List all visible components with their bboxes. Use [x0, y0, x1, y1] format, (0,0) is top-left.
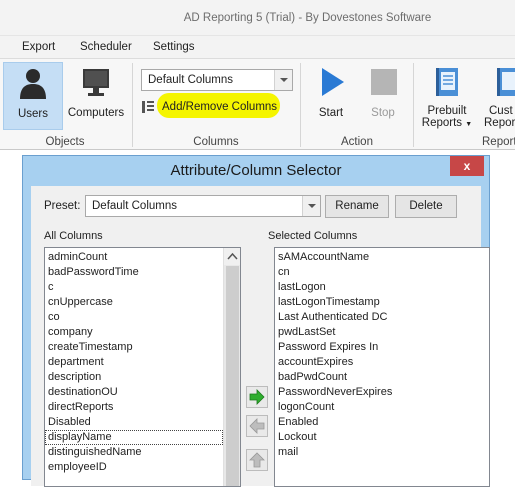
prebuilt-line2-wrap: Reports ▼: [418, 117, 476, 129]
list-item[interactable]: directReports: [45, 400, 223, 415]
list-item[interactable]: pwdLastSet: [275, 325, 489, 340]
stop-icon: [371, 69, 397, 95]
selected-columns-list[interactable]: sAMAccountName cn lastLogon lastLogonTimest…: [274, 247, 490, 487]
add-remove-columns-label: Add/Remove Columns: [162, 101, 278, 113]
columns-preset-combo[interactable]: Default Columns: [141, 69, 293, 91]
list-item[interactable]: createTimestamp: [45, 340, 223, 355]
preset-label: Preset:: [44, 200, 81, 212]
selected-columns-rows: sAMAccountName cn lastLogon lastLogonTimest…: [275, 248, 489, 460]
list-item[interactable]: displayName: [45, 430, 223, 445]
list-item[interactable]: badPwdCount: [275, 370, 489, 385]
all-columns-rows: adminCount badPasswordTime c cnUppercase co c…: [45, 248, 223, 475]
list-item[interactable]: badPasswordTime: [45, 265, 223, 280]
custom-line1: Cust: [489, 105, 513, 117]
delete-button[interactable]: Delete: [395, 195, 457, 218]
list-item[interactable]: Password Expires In: [275, 340, 489, 355]
prebuilt-reports-button[interactable]: Prebuilt Reports ▼: [418, 62, 476, 132]
list-item[interactable]: destinationOU: [45, 385, 223, 400]
chevron-down-icon[interactable]: [302, 196, 320, 216]
dialog-title: Attribute/Column Selector: [170, 162, 342, 179]
chevron-down-icon[interactable]: [274, 70, 292, 90]
start-label: Start: [318, 107, 344, 119]
all-columns-list[interactable]: adminCount badPasswordTime c cnUppercase co c…: [44, 247, 241, 487]
list-item[interactable]: accountExpires: [275, 355, 489, 370]
stop-button[interactable]: Stop: [358, 62, 408, 130]
list-item[interactable]: Enabled: [275, 415, 489, 430]
close-icon: x: [463, 159, 471, 173]
prebuilt-line2: Reports: [421, 117, 463, 129]
columns-group-label: Columns: [193, 136, 239, 148]
play-icon: [322, 68, 344, 96]
computers-label: Computers: [67, 107, 125, 119]
preset-value: Default Columns: [92, 200, 178, 212]
objects-group-label: Objects: [45, 136, 85, 148]
list-item[interactable]: Last Authenticated DC: [275, 310, 489, 325]
selected-columns-label: Selected Columns: [268, 230, 358, 242]
custom-report-icon: [497, 68, 515, 96]
list-item[interactable]: PasswordNeverExpires: [275, 385, 489, 400]
window-title: AD Reporting 5 (Trial) - By Dovestones S…: [183, 12, 432, 24]
custom-line2: Repor: [484, 117, 515, 129]
list-item[interactable]: cnUppercase: [45, 295, 223, 310]
menu-export[interactable]: Export: [22, 41, 55, 53]
column-selector-dialog: Attribute/Column Selector x Preset: Defa…: [22, 155, 490, 487]
scroll-thumb[interactable]: [226, 266, 239, 486]
menu-bar: Export Scheduler Settings: [0, 36, 515, 58]
report-group-label: Report: [482, 136, 515, 148]
scrollbar[interactable]: [223, 248, 240, 486]
title-bar: AD Reporting 5 (Trial) - By Dovestones S…: [0, 0, 515, 36]
prebuilt-line1: Prebuilt: [427, 105, 467, 117]
list-item[interactable]: Lockout: [275, 430, 489, 445]
arrow-up-icon: [249, 452, 265, 468]
users-label: Users: [17, 108, 49, 120]
list-item[interactable]: adminCount: [45, 250, 223, 265]
list-item[interactable]: lastLogon: [275, 280, 489, 295]
ribbon-divider: [300, 63, 301, 147]
list-item[interactable]: description: [45, 370, 223, 385]
list-item[interactable]: c: [45, 280, 223, 295]
list-item[interactable]: lastLogonTimestamp: [275, 295, 489, 310]
arrow-left-icon: [249, 418, 265, 434]
ribbon-divider: [132, 63, 133, 147]
list-item[interactable]: employeeID: [45, 460, 223, 475]
remove-column-button[interactable]: [246, 415, 268, 437]
menu-settings[interactable]: Settings: [153, 41, 195, 53]
arrow-right-icon: [249, 389, 265, 405]
move-up-button[interactable]: [246, 449, 268, 471]
dialog-body: Preset: Default Columns Rename Delete Al…: [31, 186, 490, 487]
scroll-up-button[interactable]: [224, 248, 240, 265]
list-item[interactable]: logonCount: [275, 400, 489, 415]
users-button[interactable]: Users: [3, 62, 63, 130]
action-group-label: Action: [341, 136, 373, 148]
user-icon: [20, 69, 46, 99]
list-item[interactable]: Disabled: [45, 415, 223, 430]
close-button[interactable]: x: [450, 156, 484, 176]
custom-reports-button[interactable]: Cust Repor: [480, 62, 515, 132]
chevron-up-icon: [227, 252, 238, 260]
list-item[interactable]: cn: [275, 265, 489, 280]
columns-preset-value: Default Columns: [148, 74, 234, 86]
stop-label: Stop: [371, 107, 395, 119]
dropdown-arrow-icon: ▼: [465, 121, 473, 128]
start-button[interactable]: Start: [306, 62, 356, 130]
computers-button[interactable]: Computers: [66, 62, 126, 130]
list-item[interactable]: company: [45, 325, 223, 340]
list-item[interactable]: department: [45, 355, 223, 370]
ribbon-divider: [413, 63, 414, 147]
menu-scheduler[interactable]: Scheduler: [80, 41, 132, 53]
list-item[interactable]: distinguishedName: [45, 445, 223, 460]
columns-icon: [142, 101, 154, 113]
list-item[interactable]: sAMAccountName: [275, 250, 489, 265]
all-columns-label: All Columns: [44, 230, 103, 242]
add-column-button[interactable]: [246, 386, 268, 408]
rename-button[interactable]: Rename: [325, 195, 389, 218]
list-item[interactable]: co: [45, 310, 223, 325]
computer-icon: [83, 69, 109, 96]
list-item[interactable]: mail: [275, 445, 489, 460]
preset-combo[interactable]: Default Columns: [85, 195, 321, 217]
report-book-icon: [436, 68, 458, 96]
